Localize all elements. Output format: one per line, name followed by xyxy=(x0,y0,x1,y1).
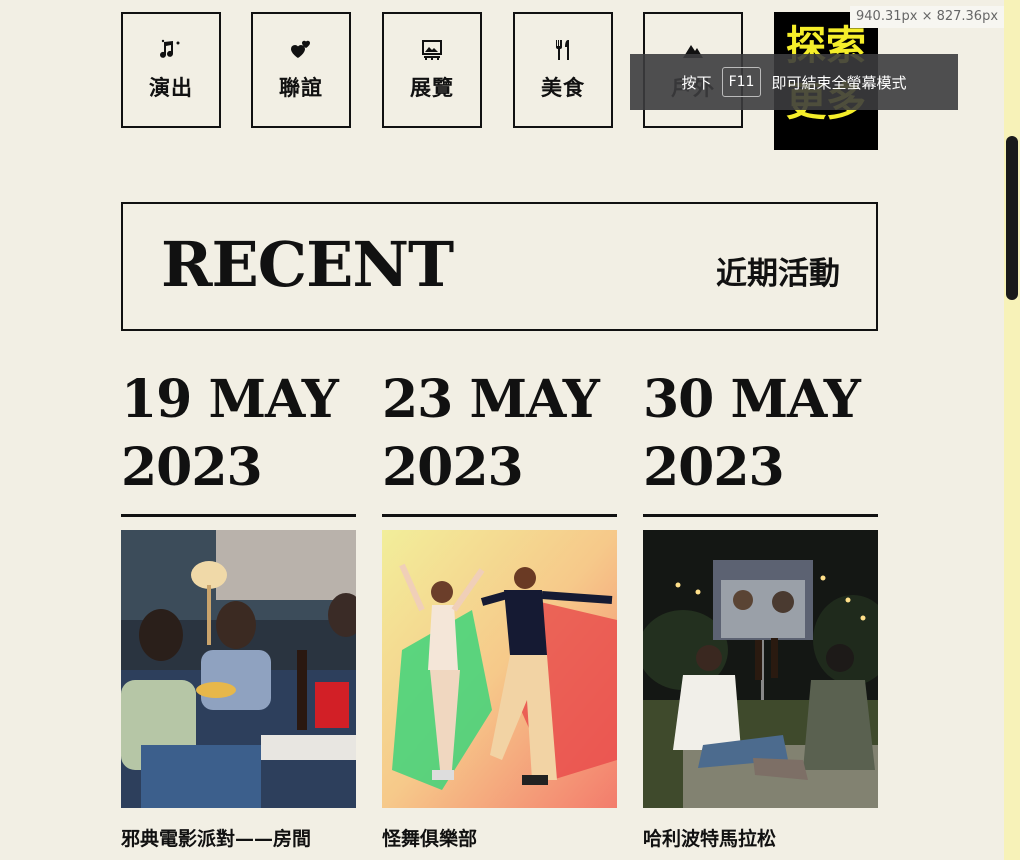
scrollbar-thumb[interactable] xyxy=(1006,136,1018,300)
toast-suffix: 即可結束全螢幕模式 xyxy=(771,73,907,92)
category-performance[interactable]: 演出 xyxy=(121,12,221,128)
event-date: 19 MAY 2023 xyxy=(121,369,339,498)
category-food[interactable]: 美食 xyxy=(513,12,613,128)
recent-title-en: RECENT xyxy=(161,228,454,301)
viewport-size-badge: 940.31px × 827.36px xyxy=(850,6,1020,28)
category-exhibition[interactable]: 展覽 xyxy=(382,12,482,128)
utensils-icon xyxy=(556,40,569,60)
recent-title-zh: 近期活動 xyxy=(716,256,840,292)
event-photo-movie-party[interactable] xyxy=(121,530,364,808)
event-card[interactable]: 30 MAY 2023 哈利波特馬拉松 xyxy=(638,366,893,851)
divider xyxy=(643,514,878,517)
event-card[interactable]: 23 MAY 2023 怪舞俱樂部 xyxy=(382,366,617,851)
scrollbar-track[interactable] xyxy=(1004,0,1020,860)
toast-prefix: 按下 xyxy=(681,73,712,92)
recent-header: RECENT 近期活動 xyxy=(121,202,878,331)
f11-key: F11 xyxy=(721,67,762,97)
fullscreen-exit-toast: 按下 F11 即可結束全螢幕模式 xyxy=(630,54,958,110)
music-notes-icon xyxy=(160,39,180,58)
divider xyxy=(382,514,617,517)
event-title: 怪舞俱樂部 xyxy=(382,828,478,850)
event-card[interactable]: 19 MAY 2023 邪典電影派對——房間 xyxy=(121,366,364,851)
event-date: 23 MAY 2023 xyxy=(382,369,600,498)
event-title: 哈利波特馬拉松 xyxy=(643,828,777,850)
event-title: 邪典電影派對——房間 xyxy=(121,828,312,850)
category-label: 展覽 xyxy=(410,75,454,100)
category-label: 演出 xyxy=(149,75,193,100)
category-label: 聯誼 xyxy=(279,75,323,100)
category-social[interactable]: 聯誼 xyxy=(251,12,351,128)
event-photo-harry-potter-marathon[interactable] xyxy=(638,530,893,808)
divider xyxy=(121,514,356,517)
category-label: 美食 xyxy=(541,75,585,100)
hearts-icon xyxy=(291,40,310,58)
event-date: 30 MAY 2023 xyxy=(643,369,861,498)
event-photo-dance-club[interactable] xyxy=(382,530,617,808)
gallery-icon xyxy=(422,40,442,60)
